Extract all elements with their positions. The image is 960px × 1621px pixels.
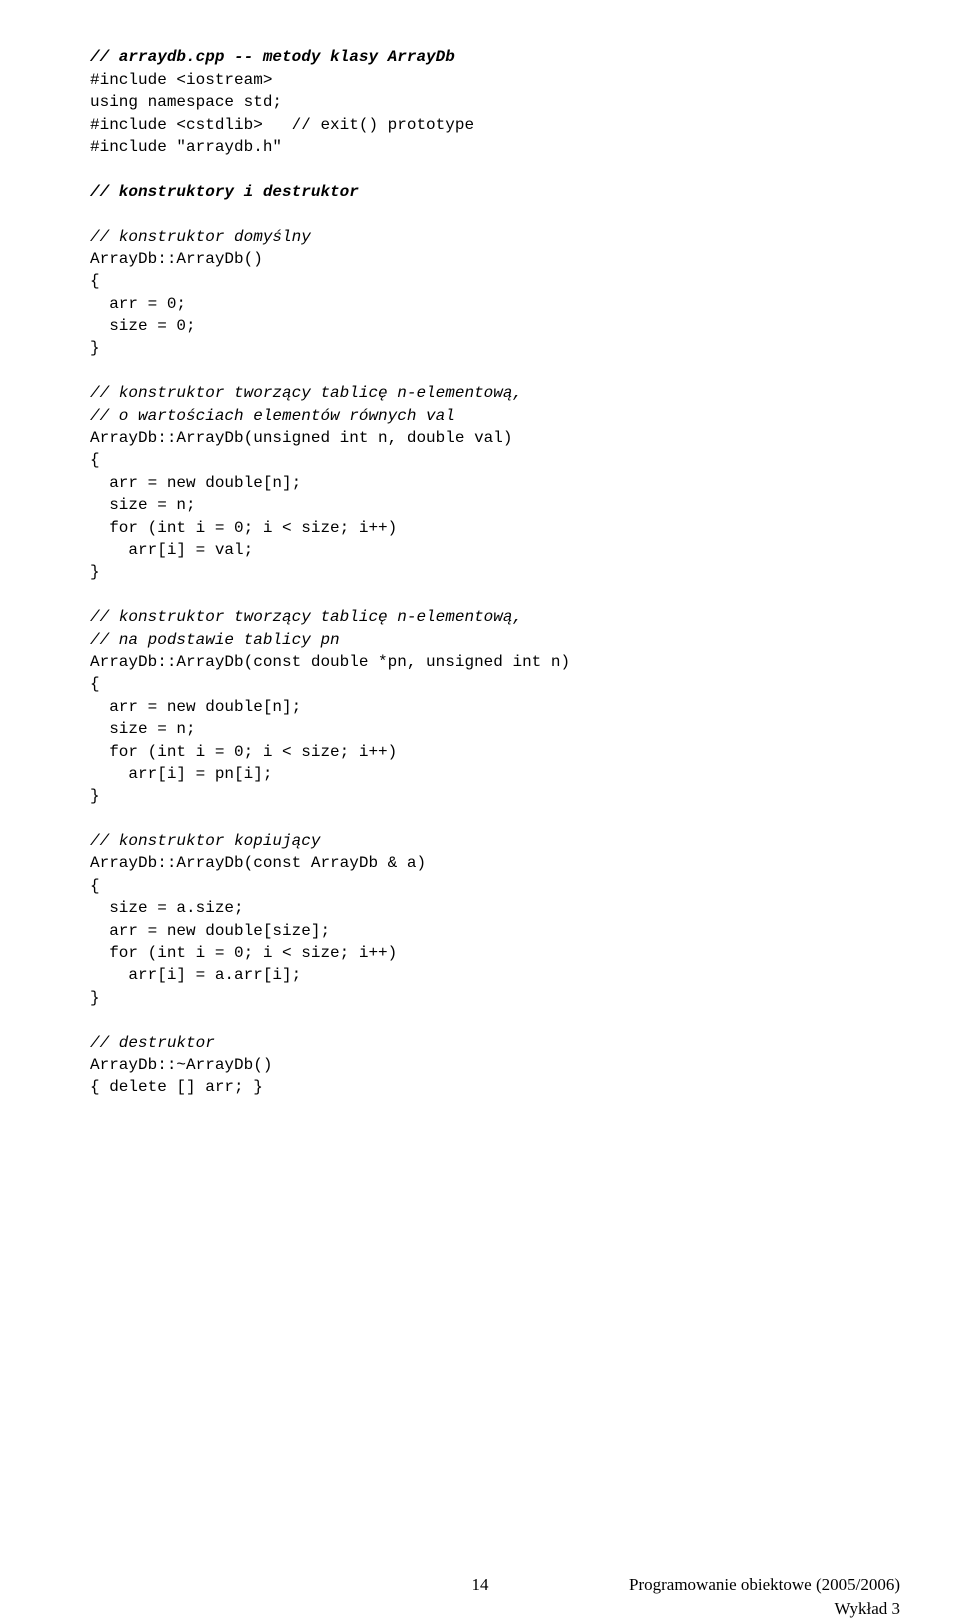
- code-line: for (int i = 0; i < size; i++): [90, 519, 397, 537]
- code-line: arr[i] = pn[i];: [90, 765, 272, 783]
- code-line: // konstruktor domyślny: [90, 228, 311, 246]
- code-line: // konstruktor kopiujący: [90, 832, 320, 850]
- code-line: ArrayDb::ArrayDb(unsigned int n, double …: [90, 429, 512, 447]
- code-line: // konstruktory i destruktor: [90, 183, 359, 201]
- code-line: for (int i = 0; i < size; i++): [90, 743, 397, 761]
- code-line: }: [90, 989, 100, 1007]
- code-line: #include <iostream>: [90, 71, 272, 89]
- code-line: }: [90, 563, 100, 581]
- code-line: ArrayDb::~ArrayDb(): [90, 1056, 272, 1074]
- code-line: size = a.size;: [90, 899, 244, 917]
- code-line: { delete [] arr; }: [90, 1078, 263, 1096]
- code-line: {: [90, 272, 100, 290]
- code-line: size = 0;: [90, 317, 196, 335]
- code-line: for (int i = 0; i < size; i++): [90, 944, 397, 962]
- code-line: arr = 0;: [90, 295, 186, 313]
- footer-lecture: Wykład 3: [629, 1597, 900, 1621]
- code-line: size = n;: [90, 496, 196, 514]
- code-line: // o wartościach elementów równych val: [90, 407, 455, 425]
- code-line: // konstruktor tworzący tablicę n-elemen…: [90, 608, 522, 626]
- code-line: // konstruktor tworzący tablicę n-elemen…: [90, 384, 522, 402]
- code-line: arr[i] = a.arr[i];: [90, 966, 301, 984]
- code-line: ArrayDb::ArrayDb(const ArrayDb & a): [90, 854, 426, 872]
- code-line: // na podstawie tablicy pn: [90, 631, 340, 649]
- code-line: size = n;: [90, 720, 196, 738]
- code-line: // arraydb.cpp -- metody klasy ArrayDb: [90, 48, 455, 66]
- document-body: // arraydb.cpp -- metody klasy ArrayDb #…: [0, 0, 960, 1099]
- code-line: #include <cstdlib> // exit() prototype: [90, 116, 474, 134]
- code-line: }: [90, 787, 100, 805]
- code-line: }: [90, 339, 100, 357]
- code-line: ArrayDb::ArrayDb(const double *pn, unsig…: [90, 653, 570, 671]
- code-line: ArrayDb::ArrayDb(): [90, 250, 263, 268]
- code-line: arr = new double[n];: [90, 474, 301, 492]
- code-line: #include "arraydb.h": [90, 138, 282, 156]
- code-line: arr = new double[size];: [90, 922, 330, 940]
- code-line: arr = new double[n];: [90, 698, 301, 716]
- code-line: {: [90, 675, 100, 693]
- code-line: // destruktor: [90, 1034, 215, 1052]
- footer-course: Programowanie obiektowe (2005/2006): [629, 1573, 900, 1597]
- code-line: arr[i] = val;: [90, 541, 253, 559]
- code-line: {: [90, 877, 100, 895]
- code-line: using namespace std;: [90, 93, 282, 111]
- footer-right: Programowanie obiektowe (2005/2006) Wykł…: [629, 1573, 900, 1621]
- code-line: {: [90, 451, 100, 469]
